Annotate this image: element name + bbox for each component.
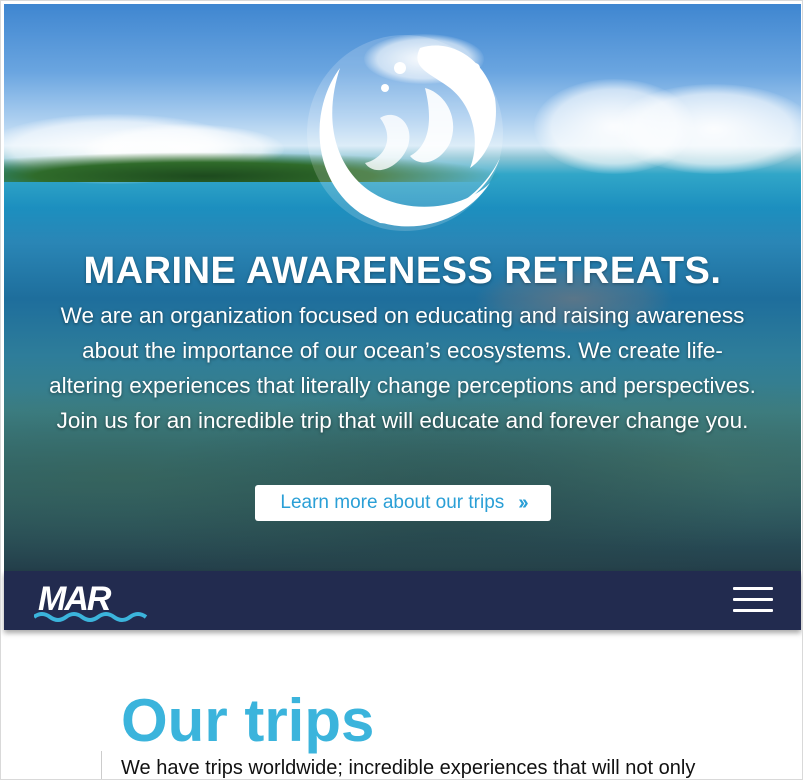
hamburger-line bbox=[733, 597, 773, 601]
water-splash-circle-icon bbox=[307, 35, 503, 231]
page-frame: MARINE AWARENESS RETREATS. We are an org… bbox=[0, 0, 803, 780]
cta-label: Learn more about our trips bbox=[280, 492, 505, 513]
trips-intro: We have trips worldwide; incredible expe… bbox=[121, 757, 696, 779]
learn-more-trips-button[interactable]: Learn more about our trips ›› bbox=[255, 485, 551, 521]
logo-text: MAR bbox=[38, 580, 112, 618]
cloud bbox=[614, 84, 801, 174]
hamburger-line bbox=[733, 586, 773, 590]
divider bbox=[101, 751, 102, 779]
hero-description: We are an organization focused on educat… bbox=[49, 303, 756, 433]
hero-title: MARINE AWARENESS RETREATS. bbox=[83, 250, 722, 292]
hamburger-menu-icon[interactable] bbox=[733, 583, 773, 615]
double-chevron-right-icon: ›› bbox=[518, 491, 528, 514]
trips-heading: Our trips bbox=[121, 687, 375, 754]
hamburger-line bbox=[733, 608, 773, 612]
hero-section: MARINE AWARENESS RETREATS. We are an org… bbox=[4, 4, 801, 571]
site-navbar: MAR bbox=[4, 571, 801, 630]
mar-logo[interactable]: MAR bbox=[34, 577, 149, 625]
